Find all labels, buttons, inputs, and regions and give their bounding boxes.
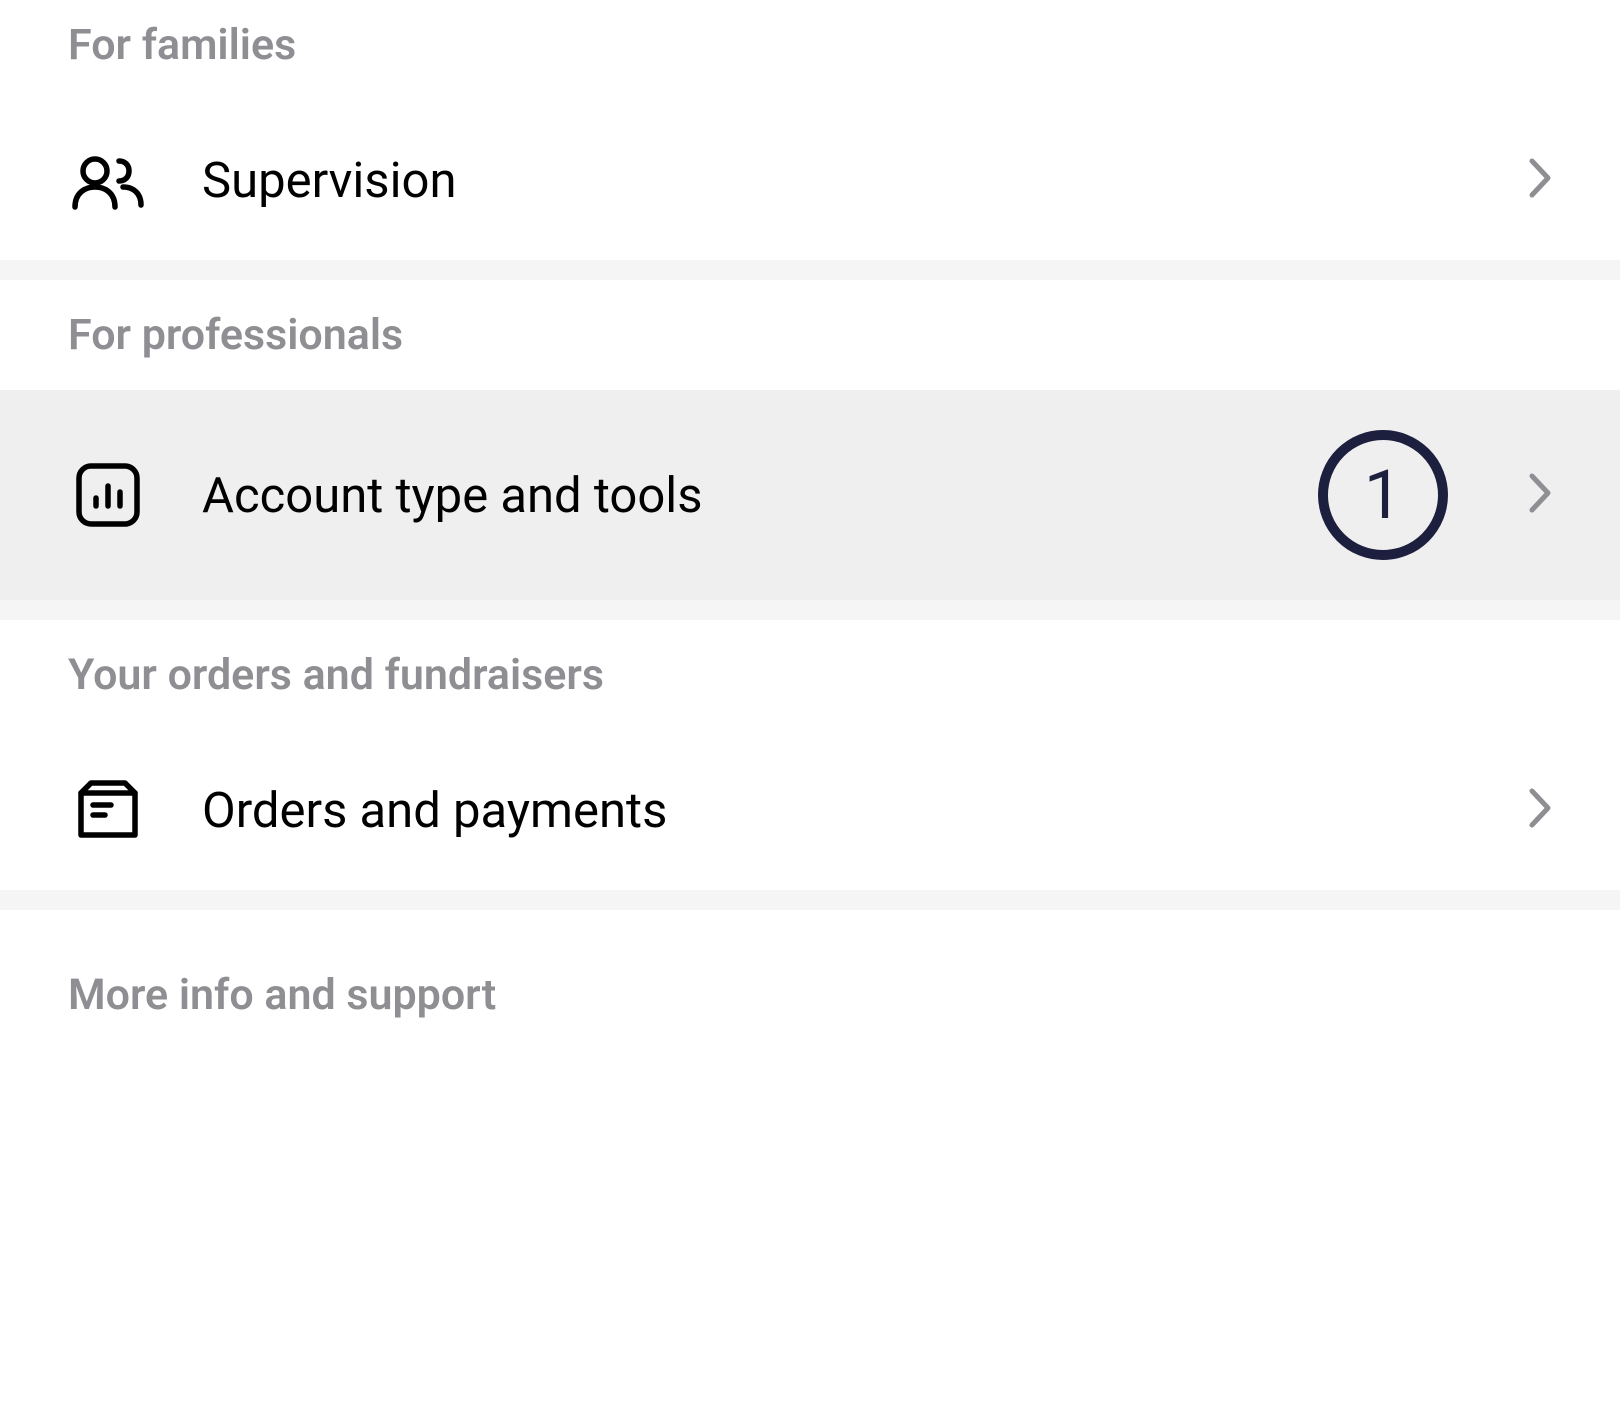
list-item-orders-payments[interactable]: Orders and payments — [0, 730, 1620, 890]
section-header-more-info-support: More info and support — [0, 910, 1620, 1050]
item-label-orders-payments: Orders and payments — [202, 782, 1528, 839]
people-icon — [68, 140, 148, 220]
section-more-info-support: More info and support — [0, 910, 1620, 1050]
section-divider — [0, 600, 1620, 620]
chevron-right-icon — [1528, 787, 1552, 833]
chevron-right-icon — [1528, 157, 1552, 203]
package-icon — [68, 770, 148, 850]
section-divider — [0, 260, 1620, 280]
section-orders-fundraisers: Your orders and fundraisers Orders and p… — [0, 620, 1620, 890]
annotation-badge-number: 1 — [1364, 461, 1402, 529]
section-professionals: For professionals Account type and tools… — [0, 280, 1620, 600]
section-divider — [0, 890, 1620, 910]
chart-icon — [68, 455, 148, 535]
list-item-account-type-tools[interactable]: Account type and tools 1 — [0, 390, 1620, 600]
list-item-supervision[interactable]: Supervision — [0, 100, 1620, 260]
section-header-professionals: For professionals — [0, 280, 1620, 390]
chevron-right-icon — [1528, 472, 1552, 518]
item-label-supervision: Supervision — [202, 152, 1528, 209]
section-header-orders-fundraisers: Your orders and fundraisers — [0, 620, 1620, 730]
item-label-account-type-tools: Account type and tools — [202, 467, 1318, 524]
section-families: For families Supervision — [0, 0, 1620, 260]
annotation-badge: 1 — [1318, 430, 1448, 560]
section-header-families: For families — [0, 0, 1620, 100]
